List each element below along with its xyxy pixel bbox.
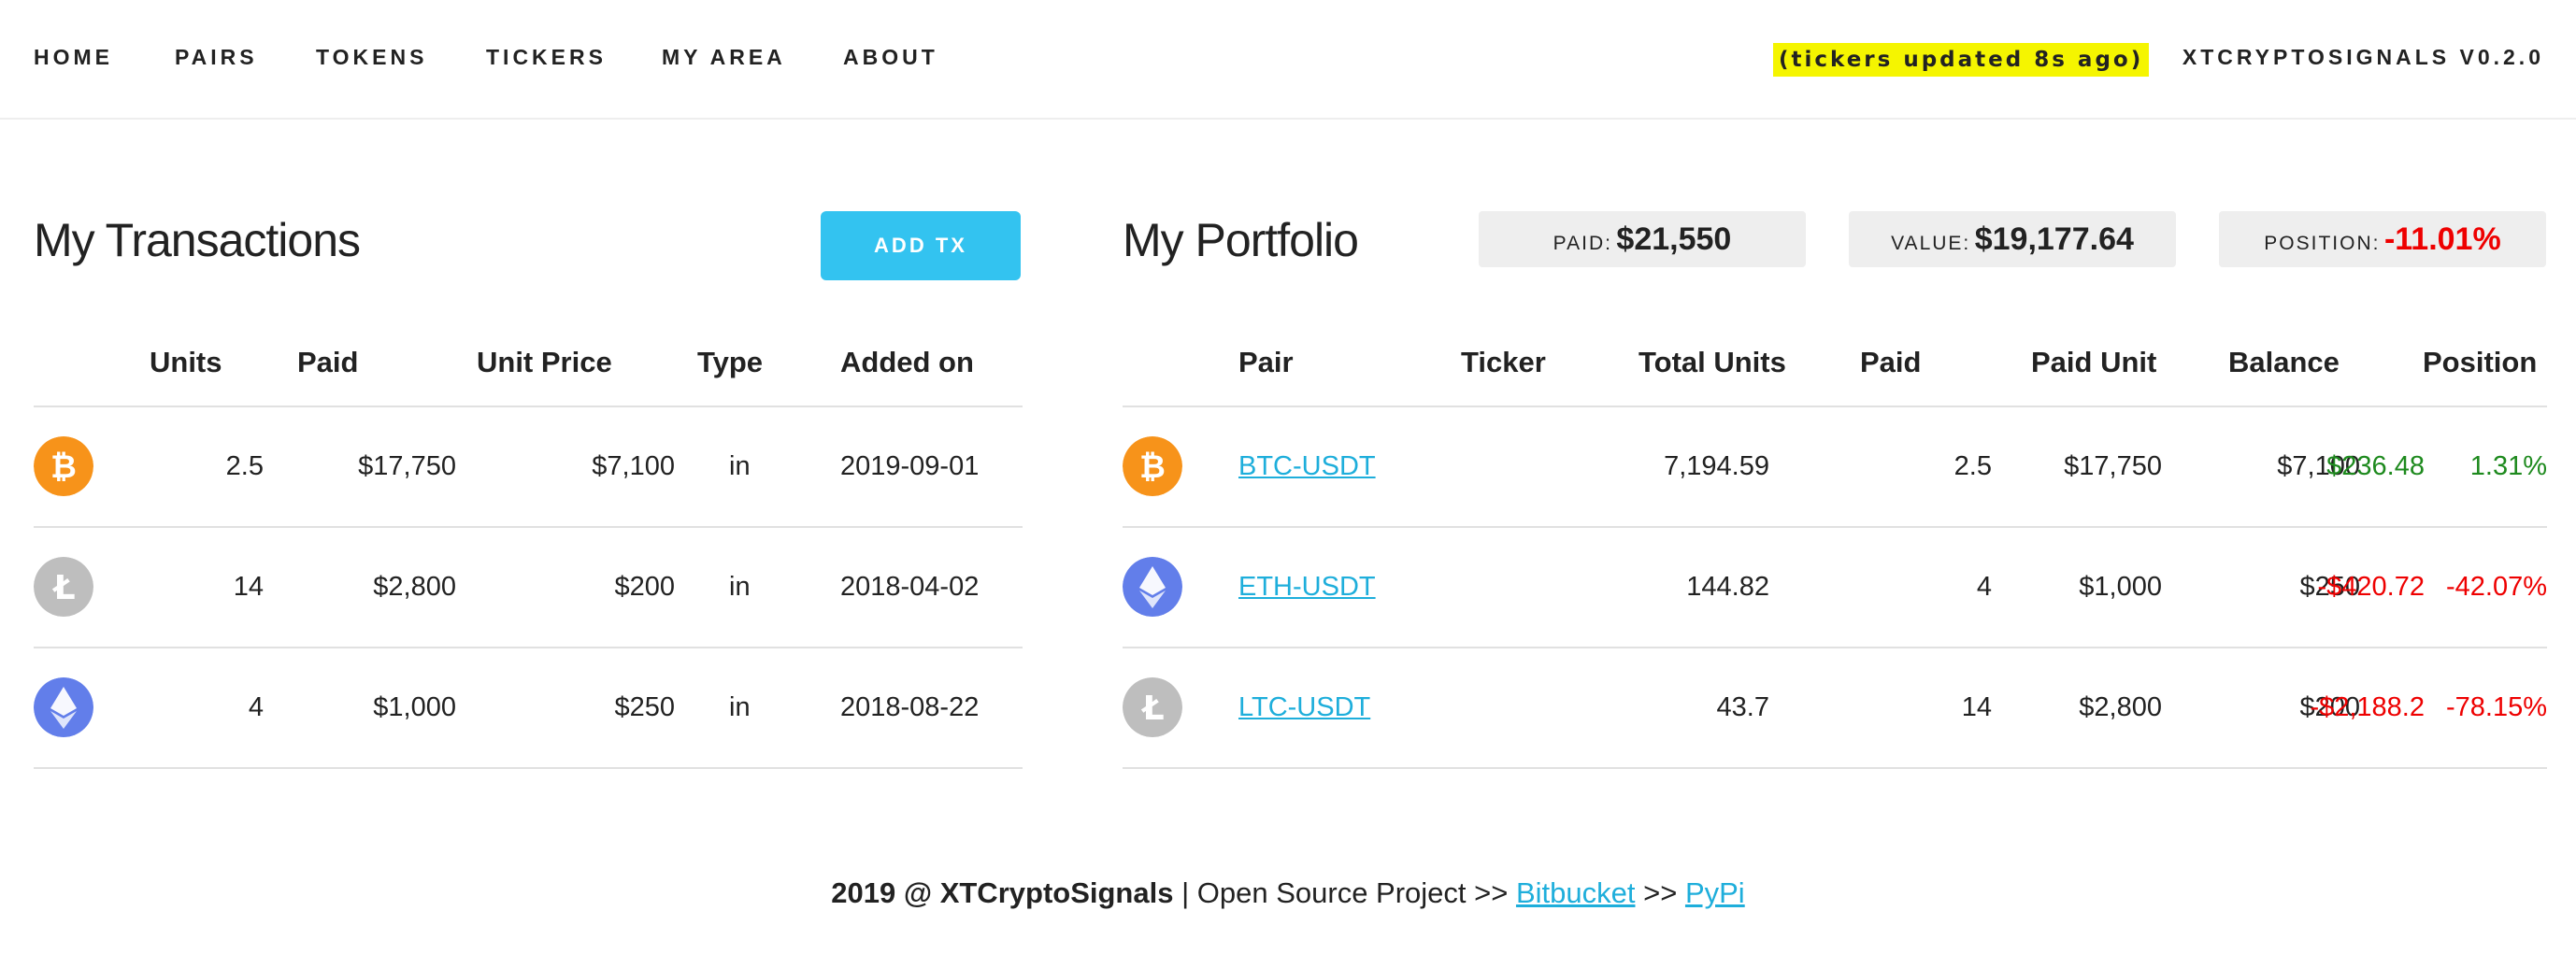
position-cell: -42.07% — [2445, 572, 2547, 602]
pair-link[interactable]: ETH-USDT — [1238, 528, 1376, 647]
paid-summary: PAID: $21,550 — [1479, 211, 1806, 267]
footer-brand: 2019 @ XTCryptoSignals — [831, 876, 1174, 909]
nav-my-area[interactable]: MY AREA — [662, 45, 786, 70]
th-type: Type — [697, 346, 764, 378]
footer-text: | Open Source Project >> — [1181, 876, 1509, 909]
balance-cell: -$2,188.2 — [2310, 692, 2425, 722]
value-summary-label: VALUE: — [1891, 233, 1971, 254]
table-row: Ł LTC-USDT 43.7 14 $2,800 $200 -$2,188.2… — [1123, 648, 2547, 767]
litecoin-icon: Ł — [1123, 677, 1182, 737]
total-units-cell: 4 — [1976, 572, 1992, 602]
th-added-on: Added on — [840, 346, 974, 378]
nav-tokens[interactable]: TOKENS — [316, 45, 427, 70]
paid-summary-value: $21,550 — [1616, 221, 1732, 257]
svg-text:Ł: Ł — [1140, 690, 1164, 728]
table-row: ₿ BTC-USDT 7,194.59 2.5 $17,750 $7,100 $… — [1123, 407, 2547, 526]
th-paid: Paid — [297, 346, 359, 378]
bitcoin-icon: ₿ — [1123, 436, 1182, 496]
position-cell: 1.31% — [2469, 451, 2547, 481]
ticker-cell: 144.82 — [1686, 572, 1769, 602]
paid-cell: $2,800 — [373, 572, 456, 602]
pypi-link[interactable]: PyPi — [1685, 876, 1745, 909]
transactions-title: My Transactions — [34, 214, 361, 266]
balance-cell: $236.48 — [2326, 451, 2425, 481]
unit-price-cell: $250 — [614, 692, 675, 722]
units-cell: 2.5 — [225, 451, 264, 481]
nav-home[interactable]: HOME — [34, 45, 113, 70]
th-balance: Balance — [2228, 346, 2340, 378]
table-row: Ł 14 $2,800 $200 in 2018-04-02 — [34, 528, 1023, 647]
th-position: Position — [2423, 346, 2538, 378]
top-nav: HOME PAIRS TOKENS TICKERS MY AREA ABOUT … — [0, 0, 2576, 120]
pair-link[interactable]: BTC-USDT — [1238, 407, 1376, 526]
paid-cell: $1,000 — [2079, 572, 2162, 602]
divider — [1123, 767, 2547, 769]
table-row: 4 $1,000 $250 in 2018-08-22 — [34, 648, 1023, 767]
position-summary: POSITION: -11.01% — [2219, 211, 2546, 267]
type-cell: in — [729, 572, 751, 602]
th-units: Units — [150, 346, 222, 378]
th-unit-price: Unit Price — [477, 346, 612, 378]
ticker-cell: 43.7 — [1716, 692, 1769, 722]
app-version: XTCRYPTOSIGNALS V0.2.0 — [2182, 45, 2544, 69]
unit-price-cell: $200 — [614, 572, 675, 602]
total-units-cell: 14 — [1961, 692, 1992, 722]
ticker-update-badge: (tickers updated 8s ago) — [1773, 43, 2150, 77]
position-cell: -78.15% — [2445, 692, 2547, 722]
litecoin-icon: Ł — [34, 557, 93, 617]
add-tx-button[interactable]: ADD TX — [821, 211, 1021, 280]
bitcoin-icon: ₿ — [34, 436, 93, 496]
paid-cell: $17,750 — [358, 451, 456, 481]
footer: 2019 @ XTCryptoSignals | Open Source Pro… — [0, 876, 2576, 910]
added-on-cell: 2019-09-01 — [840, 451, 980, 481]
type-cell: in — [729, 451, 751, 481]
total-units-cell: 2.5 — [1953, 451, 1992, 481]
ethereum-icon — [34, 677, 93, 737]
position-summary-label: POSITION: — [2264, 233, 2381, 254]
th-pair: Pair — [1238, 346, 1294, 378]
table-row: ETH-USDT 144.82 4 $1,000 $250 -$420.72 -… — [1123, 528, 2547, 647]
paid-cell: $2,800 — [2079, 692, 2162, 722]
value-summary: VALUE: $19,177.64 — [1849, 211, 2176, 267]
units-cell: 4 — [248, 692, 264, 722]
paid-cell: $1,000 — [373, 692, 456, 722]
nav-about[interactable]: ABOUT — [843, 45, 938, 70]
th-paid-unit: Paid Unit — [2031, 346, 2157, 378]
th-total-units: Total Units — [1639, 346, 1786, 378]
table-row: ₿ 2.5 $17,750 $7,100 in 2019-09-01 — [34, 407, 1023, 526]
th-paid: Paid — [1860, 346, 1922, 378]
nav-pairs[interactable]: PAIRS — [175, 45, 258, 70]
svg-text:₿: ₿ — [50, 448, 77, 486]
divider — [34, 767, 1023, 769]
units-cell: 14 — [233, 572, 264, 602]
paid-summary-label: PAID: — [1553, 233, 1612, 254]
footer-separator: >> — [1643, 876, 1678, 909]
svg-text:₿: ₿ — [1139, 448, 1166, 486]
portfolio-title: My Portfolio — [1123, 214, 1359, 266]
ticker-cell: 7,194.59 — [1664, 451, 1769, 481]
value-summary-value: $19,177.64 — [1974, 221, 2134, 257]
balance-cell: -$420.72 — [2317, 572, 2426, 602]
unit-price-cell: $7,100 — [592, 451, 675, 481]
bitbucket-link[interactable]: Bitbucket — [1516, 876, 1636, 909]
nav-tickers[interactable]: TICKERS — [486, 45, 607, 70]
added-on-cell: 2018-04-02 — [840, 572, 980, 602]
pair-link[interactable]: LTC-USDT — [1238, 648, 1370, 767]
svg-text:Ł: Ł — [51, 569, 75, 607]
paid-cell: $17,750 — [2064, 451, 2162, 481]
added-on-cell: 2018-08-22 — [840, 692, 980, 722]
ethereum-icon — [1123, 557, 1182, 617]
type-cell: in — [729, 692, 751, 722]
th-ticker: Ticker — [1461, 346, 1546, 378]
position-summary-value: -11.01% — [2383, 221, 2501, 257]
